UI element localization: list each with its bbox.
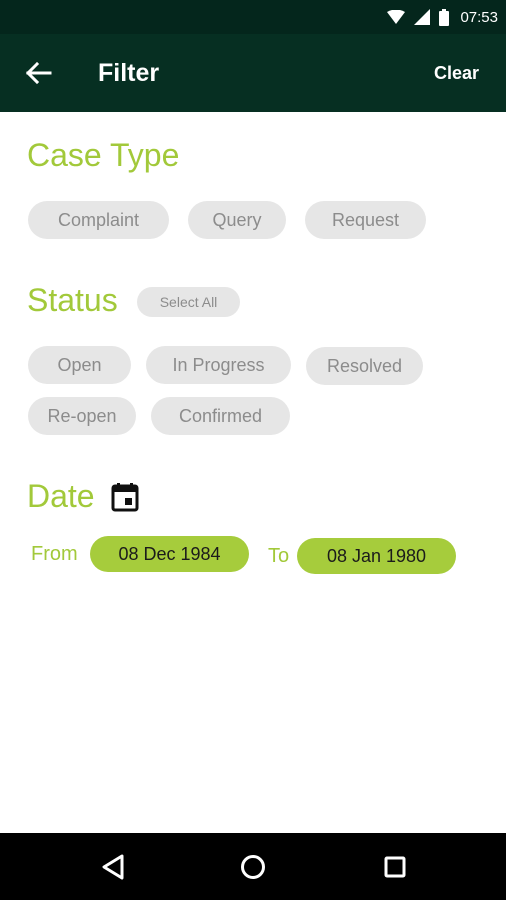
chip-re-open[interactable]: Re-open xyxy=(28,397,136,435)
date-title: Date xyxy=(27,478,95,514)
chip-confirmed[interactable]: Confirmed xyxy=(151,397,290,435)
case-type-title: Case Type xyxy=(27,137,180,173)
to-label: To xyxy=(268,545,290,567)
back-triangle-icon xyxy=(102,854,124,880)
from-label: From xyxy=(31,543,78,565)
chip-in-progress[interactable]: In Progress xyxy=(146,346,291,384)
status-icons: 07:53 xyxy=(387,0,498,34)
chip-resolved[interactable]: Resolved xyxy=(306,347,423,385)
wifi-icon xyxy=(387,10,406,24)
chip-complaint[interactable]: Complaint xyxy=(28,201,169,239)
home-circle-icon xyxy=(241,855,265,879)
battery-icon xyxy=(439,8,450,26)
clear-button[interactable]: Clear xyxy=(434,61,479,85)
to-date-chip[interactable]: 08 Jan 1980 xyxy=(297,538,456,574)
arrow-left-icon xyxy=(26,61,52,85)
page-title: Filter xyxy=(98,59,160,87)
select-all-button[interactable]: Select All xyxy=(137,287,240,317)
nav-recents-button[interactable] xyxy=(378,850,412,884)
chip-query[interactable]: Query xyxy=(188,201,286,239)
signal-icon xyxy=(414,9,431,25)
nav-home-button[interactable] xyxy=(236,850,270,884)
chip-open[interactable]: Open xyxy=(28,346,131,384)
from-date-chip[interactable]: 08 Dec 1984 xyxy=(90,536,249,572)
status-title: Status xyxy=(27,282,118,318)
chip-request[interactable]: Request xyxy=(305,201,426,239)
status-time: 07:53 xyxy=(460,8,498,26)
nav-back-button[interactable] xyxy=(96,850,130,884)
navigation-bar xyxy=(0,833,506,900)
app-bar: Filter Clear xyxy=(0,34,506,112)
recents-square-icon xyxy=(384,856,406,878)
status-bar: 07:53 xyxy=(0,0,506,34)
back-button[interactable] xyxy=(22,58,56,88)
calendar-icon[interactable] xyxy=(111,482,139,512)
